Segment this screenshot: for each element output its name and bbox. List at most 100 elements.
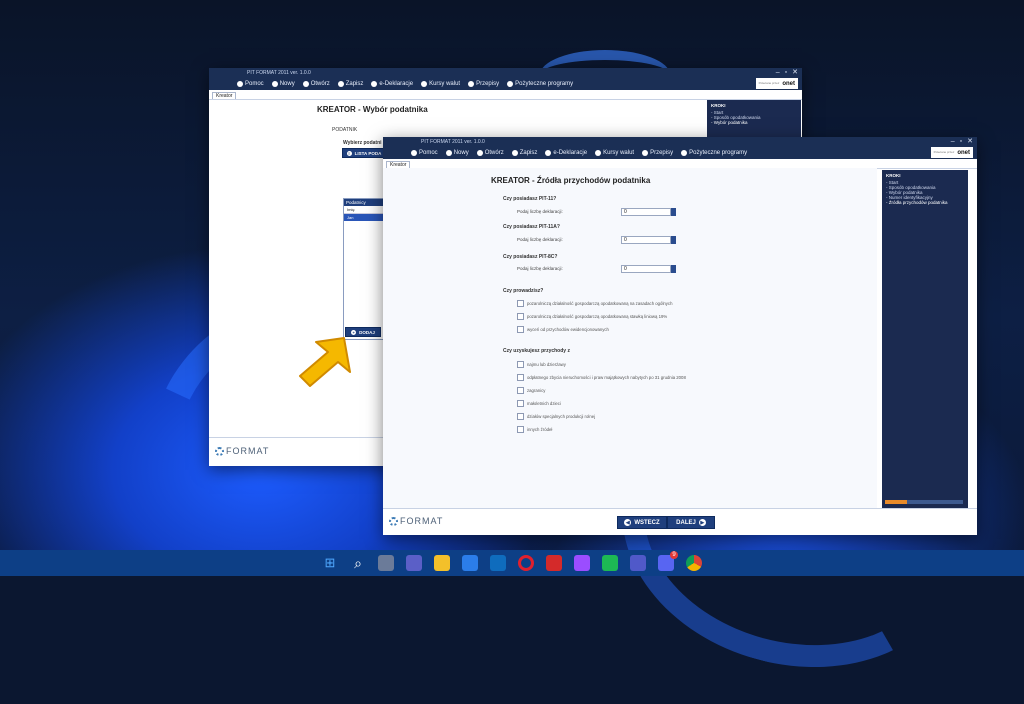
business-option[interactable]: wyceń od przychodów ewidencjonowanych bbox=[517, 326, 609, 333]
menu-item-zapisz[interactable]: Zapisz bbox=[337, 81, 363, 87]
menu-icon bbox=[302, 81, 309, 87]
menu-item-nowy[interactable]: Nowy bbox=[271, 81, 295, 87]
menu-icon bbox=[681, 150, 688, 156]
menu-icon bbox=[337, 81, 344, 87]
spinner-arrows-icon[interactable] bbox=[671, 208, 676, 216]
notification-badge: 9 bbox=[670, 551, 678, 559]
format-ring-icon bbox=[215, 446, 224, 456]
minimize-icon[interactable]: – bbox=[776, 68, 780, 78]
messenger-icon[interactable] bbox=[574, 555, 590, 571]
menu-item-pożyteczne-programy[interactable]: Pożyteczne programy bbox=[681, 150, 747, 156]
tab-kreator[interactable]: Kreator bbox=[386, 161, 411, 168]
content-area: KREATOR - Źródła przychodów podatnika Cz… bbox=[383, 168, 877, 508]
pit11-count-input[interactable]: 0 bbox=[621, 208, 671, 216]
menu-icon bbox=[421, 81, 428, 87]
checkbox[interactable] bbox=[517, 387, 524, 394]
file-explorer-icon[interactable] bbox=[434, 555, 450, 571]
checkbox[interactable] bbox=[517, 413, 524, 420]
format-logo: FORMAT bbox=[215, 446, 269, 456]
question-income: Czy uzyskujesz przychody z bbox=[503, 348, 570, 354]
store-icon[interactable] bbox=[462, 555, 478, 571]
maximize-icon[interactable]: ▫ bbox=[960, 137, 962, 147]
maximize-icon[interactable]: ▫ bbox=[785, 68, 787, 78]
discord-icon[interactable]: 9 bbox=[658, 551, 678, 571]
opera-icon[interactable] bbox=[518, 555, 534, 571]
business-option[interactable]: pozarolniczą działalność gospodarczą opo… bbox=[517, 313, 667, 320]
back-button[interactable]: ◀ WSTECZ bbox=[617, 516, 667, 529]
search-icon[interactable]: ⌕ bbox=[350, 555, 366, 571]
checkbox[interactable] bbox=[517, 300, 524, 307]
count-label: Podaj liczbę deklaracji: bbox=[517, 209, 563, 214]
spinner-arrows-icon[interactable] bbox=[671, 265, 676, 273]
income-option[interactable]: zagranicy bbox=[517, 387, 545, 394]
chrome-icon[interactable] bbox=[686, 555, 702, 571]
windows-start-icon[interactable]: ⊞ bbox=[322, 555, 338, 571]
window-controls: – ▫ ✕ bbox=[951, 137, 973, 147]
checkbox[interactable] bbox=[517, 400, 524, 407]
menu-icon bbox=[237, 81, 243, 87]
task-view-icon[interactable] bbox=[378, 555, 394, 571]
onet-badge[interactable]: Polecane przez onet bbox=[755, 78, 798, 89]
mail-icon[interactable] bbox=[490, 555, 506, 571]
menu-item-e-deklaracje[interactable]: e-Deklaracje bbox=[545, 150, 587, 156]
tab-row: Kreator bbox=[209, 90, 802, 100]
arrow-right-icon: ▶ bbox=[698, 519, 706, 526]
step-item: - Wybór podatnika bbox=[711, 120, 748, 125]
wps-icon[interactable] bbox=[546, 555, 562, 571]
spinner-arrows-icon[interactable] bbox=[671, 236, 676, 244]
question-business: Czy prowadzisz? bbox=[503, 288, 544, 294]
menu-item-e-deklaracje[interactable]: e-Deklaracje bbox=[371, 81, 413, 87]
income-option[interactable]: działów specjalnych produkcji rolnej bbox=[517, 413, 595, 420]
checkbox[interactable] bbox=[517, 313, 524, 320]
onet-badge[interactable]: Polecane przez onet bbox=[930, 147, 973, 158]
income-option[interactable]: małoletnich dzieci bbox=[517, 400, 561, 407]
page-title: KREATOR - Źródła przychodów podatnika bbox=[491, 176, 651, 185]
minimize-icon[interactable]: – bbox=[951, 137, 955, 147]
close-icon[interactable]: ✕ bbox=[967, 137, 973, 147]
menu-item-przepisy[interactable]: Przepisy bbox=[642, 150, 673, 156]
taxpayer-list-button[interactable]: ≡ LISTA PODA bbox=[342, 148, 386, 158]
next-button[interactable]: DALEJ ▶ bbox=[667, 516, 715, 529]
list-row[interactable]: Imię bbox=[344, 206, 384, 214]
list-icon: ≡ bbox=[346, 150, 352, 156]
checkbox[interactable] bbox=[517, 361, 524, 368]
count-label: Podaj liczbę deklaracji: bbox=[517, 237, 563, 242]
tab-kreator[interactable]: Kreator bbox=[212, 92, 237, 99]
income-option[interactable]: odpłatnego zbycia nieruchomości i praw m… bbox=[517, 374, 686, 381]
steps-panel: KROKI - Start - Sposób opodatkowania - W… bbox=[882, 170, 968, 508]
window-title: PIT FORMAT 2011 ver. 1.0.0 bbox=[247, 70, 311, 76]
checkbox[interactable] bbox=[517, 326, 524, 333]
menu-item-pożyteczne-programy[interactable]: Pożyteczne programy bbox=[507, 81, 573, 87]
income-option[interactable]: najmu lub dzierżawy bbox=[517, 361, 566, 368]
spotify-icon[interactable] bbox=[602, 555, 618, 571]
menu-icon bbox=[507, 81, 514, 87]
close-icon[interactable]: ✕ bbox=[792, 68, 798, 78]
window-controls: – ▫ ✕ bbox=[776, 68, 798, 78]
menu-item-otwórz[interactable]: Otwórz bbox=[302, 81, 330, 87]
menu-item-kursy-walut[interactable]: Kursy walut bbox=[421, 81, 460, 87]
menu-item-pomoc[interactable]: Pomoc bbox=[237, 81, 264, 87]
window-title: PIT FORMAT 2011 ver. 1.0.0 bbox=[421, 139, 485, 145]
steps-title: KROKI bbox=[711, 103, 726, 108]
list-row[interactable]: Jan bbox=[344, 214, 384, 221]
list-header: Podatnicy bbox=[344, 199, 384, 206]
menu-item-nowy[interactable]: Nowy bbox=[445, 150, 469, 156]
checkbox[interactable] bbox=[517, 374, 524, 381]
menu-item-przepisy[interactable]: Przepisy bbox=[468, 81, 499, 87]
income-option[interactable]: innych źródeł bbox=[517, 426, 552, 433]
menu-icon bbox=[371, 81, 378, 87]
menu-icon bbox=[511, 150, 518, 156]
teams-icon[interactable] bbox=[406, 555, 422, 571]
checkbox[interactable] bbox=[517, 426, 524, 433]
menu-item-otwórz[interactable]: Otwórz bbox=[476, 150, 504, 156]
menu-item-pomoc[interactable]: Pomoc bbox=[411, 150, 438, 156]
pit11a-count-input[interactable]: 0 bbox=[621, 236, 671, 244]
business-option[interactable]: pozarolniczą działalność gospodarczą opo… bbox=[517, 300, 672, 307]
format-logo: FORMAT bbox=[389, 516, 443, 526]
pit8c-count-input[interactable]: 0 bbox=[621, 265, 671, 273]
menu-icon bbox=[468, 81, 475, 87]
teams-purple-icon[interactable] bbox=[630, 555, 646, 571]
menu-item-zapisz[interactable]: Zapisz bbox=[511, 150, 537, 156]
menu-icon bbox=[595, 150, 602, 156]
menu-item-kursy-walut[interactable]: Kursy walut bbox=[595, 150, 634, 156]
